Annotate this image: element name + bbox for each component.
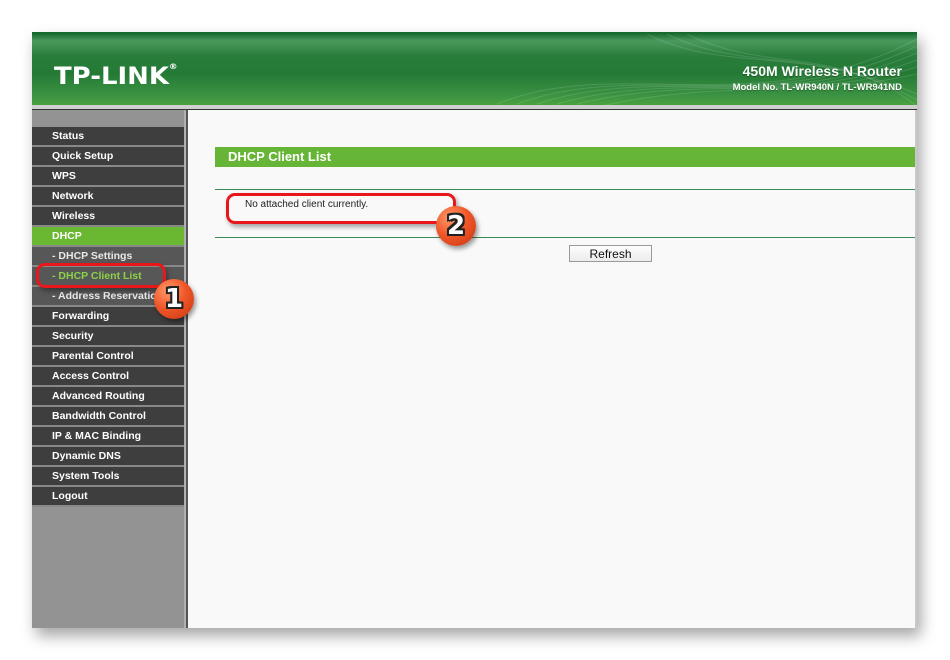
tp-link-logo: TP-LINK® (54, 62, 178, 90)
annotation-badge-2: 2 (436, 206, 476, 246)
sidebar-item-dynamic-dns[interactable]: Dynamic DNS (32, 447, 184, 467)
sidebar-item-parental-control[interactable]: Parental Control (32, 347, 184, 367)
model-number: Model No. TL-WR940N / TL-WR941ND (732, 82, 902, 93)
sidebar-item-bandwidth-control[interactable]: Bandwidth Control (32, 407, 184, 427)
sidebar-menu: Status Quick Setup WPS Network Wireless … (32, 127, 184, 507)
sidebar: Status Quick Setup WPS Network Wireless … (32, 110, 186, 628)
sidebar-item-quick-setup[interactable]: Quick Setup (32, 147, 184, 167)
sidebar-item-dhcp[interactable]: DHCP (32, 227, 184, 247)
sidebar-item-access-control[interactable]: Access Control (32, 367, 184, 387)
sidebar-item-network[interactable]: Network (32, 187, 184, 207)
product-name: 450M Wireless N Router (742, 63, 902, 79)
annotation-highlight-1 (36, 263, 166, 288)
page-title: DHCP Client List (215, 147, 915, 167)
divider-top (215, 189, 915, 190)
sidebar-item-logout[interactable]: Logout (32, 487, 184, 507)
divider-bottom (215, 237, 915, 238)
header-banner: TP-LINK® 450M Wireless N Router Model No… (32, 32, 917, 105)
sidebar-item-wireless[interactable]: Wireless (32, 207, 184, 227)
annotation-highlight-2 (226, 193, 456, 224)
sidebar-item-advanced-routing[interactable]: Advanced Routing (32, 387, 184, 407)
sidebar-item-ip-mac-binding[interactable]: IP & MAC Binding (32, 427, 184, 447)
sidebar-item-status[interactable]: Status (32, 127, 184, 147)
sidebar-item-wps[interactable]: WPS (32, 167, 184, 187)
sidebar-item-security[interactable]: Security (32, 327, 184, 347)
annotation-badge-1: 1 (154, 279, 194, 319)
window-edge (915, 110, 917, 628)
sidebar-item-system-tools[interactable]: System Tools (32, 467, 184, 487)
main-content: DHCP Client List No attached client curr… (188, 110, 917, 628)
refresh-button[interactable]: Refresh (569, 245, 652, 262)
router-admin-window: TP-LINK® 450M Wireless N Router Model No… (32, 32, 917, 628)
